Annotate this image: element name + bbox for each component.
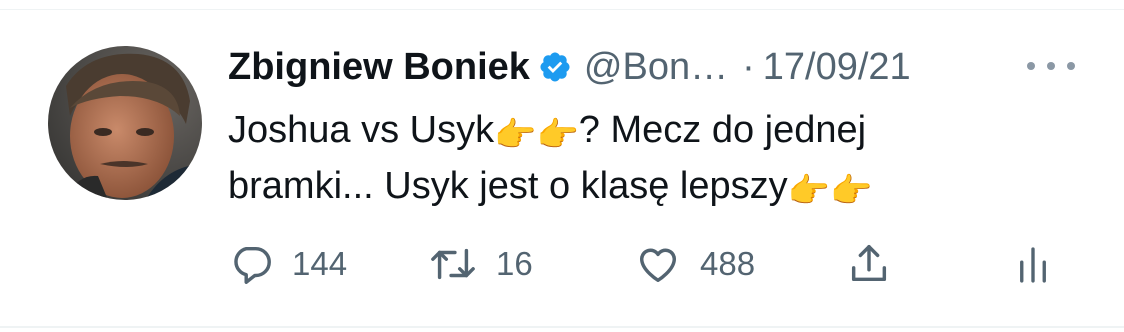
- retweet-button[interactable]: 16: [428, 236, 533, 292]
- share-button[interactable]: [846, 236, 892, 292]
- pointing-hand-emoji: 👉: [787, 171, 830, 211]
- reply-button[interactable]: 144: [228, 236, 347, 292]
- author-name[interactable]: Zbigniew Boniek: [228, 46, 530, 89]
- action-bar: 144 16 488: [228, 236, 1068, 292]
- pointing-hand-emoji: 👉: [494, 115, 537, 155]
- analytics-button[interactable]: [1018, 236, 1048, 292]
- like-count: 488: [700, 245, 756, 282]
- verified-badge-icon: [538, 50, 572, 84]
- tweet-text: Joshua vs Usyk👉👉? Mecz do jednej bramki.…: [228, 102, 1088, 214]
- tweet-line-2: bramki... Usyk jest o klasę lepszy👉👉: [228, 165, 873, 211]
- like-icon: [634, 241, 682, 287]
- reply-count: 144: [292, 245, 348, 282]
- pointing-hand-emoji: 👉: [536, 115, 579, 155]
- more-icon[interactable]: [1027, 54, 1075, 78]
- author-handle[interactable]: @Bon…: [584, 46, 728, 89]
- avatar-image: [48, 46, 202, 200]
- share-icon: [846, 241, 892, 287]
- retweet-icon: [428, 241, 478, 287]
- avatar[interactable]: [48, 46, 202, 200]
- retweet-count: 16: [496, 245, 533, 282]
- analytics-icon: [1018, 241, 1048, 287]
- like-button[interactable]: 488: [634, 236, 755, 292]
- top-divider: [0, 9, 1124, 10]
- reply-icon: [228, 241, 274, 287]
- separator-dot: ·: [742, 45, 755, 88]
- tweet-date[interactable]: 17/09/21: [763, 46, 911, 89]
- pointing-hand-emoji: 👉: [829, 171, 873, 211]
- bottom-divider: [0, 326, 1124, 328]
- tweet-line-1: Joshua vs Usyk👉👉? Mecz do jednej: [228, 109, 867, 155]
- tweet-header: Zbigniew Boniek @Bon… · 17/09/21: [228, 42, 1068, 92]
